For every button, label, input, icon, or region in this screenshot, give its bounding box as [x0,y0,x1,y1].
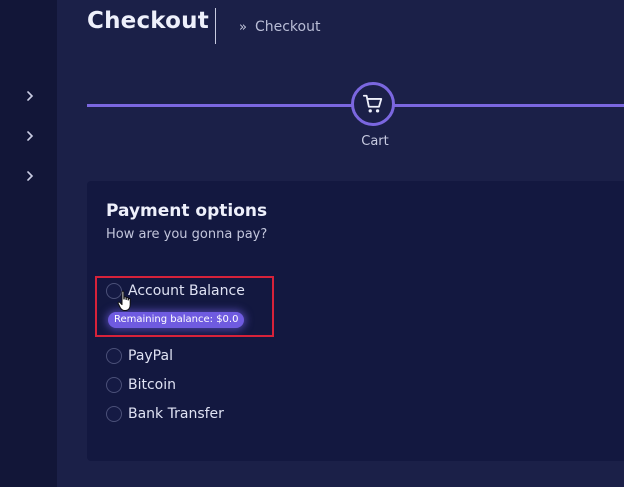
option-label: Bitcoin [128,377,177,393]
breadcrumb-separator: » [239,19,247,35]
cart-icon [362,94,383,113]
payment-option-bank-transfer[interactable]: Bank Transfer [106,406,224,422]
sidebar-item-1[interactable] [24,90,36,102]
radio-bank-transfer[interactable] [106,406,122,422]
chevron-right-icon [27,91,34,101]
sidebar-item-3[interactable] [24,170,36,182]
payment-options-subtitle: How are you gonna pay? [106,227,268,242]
sidebar-item-2[interactable] [24,130,36,142]
payment-options-card: Payment options How are you gonna pay? A… [87,181,624,461]
payment-options-title: Payment options [106,201,268,221]
option-label: PayPal [128,348,173,364]
payment-option-bitcoin[interactable]: Bitcoin [106,377,176,393]
payment-option-paypal[interactable]: PayPal [106,348,173,364]
chevron-right-icon [27,171,34,181]
page-title: Checkout [87,8,209,34]
title-divider [215,8,216,44]
option-label: Account Balance [128,283,245,299]
breadcrumb: » Checkout [239,19,320,35]
option-label: Bank Transfer [128,406,224,422]
sidebar [0,0,57,487]
remaining-balance-badge: Remaining balance: $0.0 [108,312,245,328]
breadcrumb-current[interactable]: Checkout [255,19,321,35]
main-content: Checkout » Checkout Cart Payment options… [57,0,624,487]
chevron-right-icon [27,131,34,141]
step-cart-label: Cart [361,134,389,149]
step-cart[interactable] [351,82,395,126]
hand-cursor-icon [117,290,131,311]
radio-bitcoin[interactable] [106,377,122,393]
radio-paypal[interactable] [106,348,122,364]
